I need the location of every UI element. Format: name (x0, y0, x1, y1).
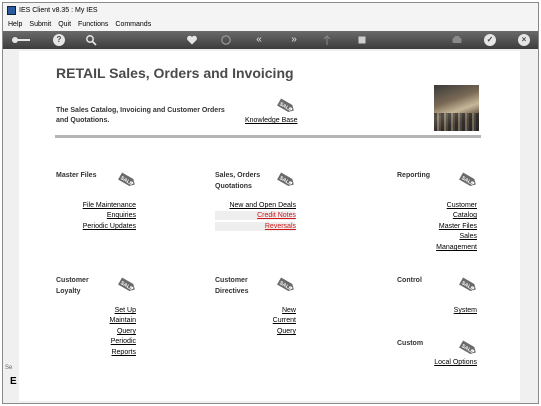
directive-new-link[interactable]: New (282, 307, 296, 314)
report-management-link[interactable]: Management (436, 244, 477, 251)
menu-bar: Help Submit Quit Functions Commands (3, 18, 538, 31)
loyalty-periodic-link[interactable]: Periodic (111, 338, 136, 345)
sale-tag-icon: SALE (116, 276, 138, 294)
upload-icon[interactable] (321, 34, 333, 46)
page-title: RETAIL Sales, Orders and Invoicing (56, 65, 294, 81)
control-title: Control (397, 277, 422, 284)
loyalty-maintain-link[interactable]: Maintain (110, 317, 136, 324)
loyalty-query-link[interactable]: Query (117, 328, 136, 335)
new-open-deals-link[interactable]: New and Open Deals (229, 202, 296, 209)
page-subtitle: The Sales Catalog, Invoicing and Custome… (56, 107, 225, 124)
back-icon[interactable]: « (253, 34, 265, 46)
svg-text:SALE: SALE (278, 280, 293, 292)
knowledge-base-link[interactable]: Knowledge Base (245, 117, 298, 124)
svg-text:SALE: SALE (460, 175, 475, 187)
app-icon (7, 6, 16, 15)
menu-help[interactable]: Help (8, 21, 22, 28)
sales-orders-title: Sales, Orders Quotations (215, 172, 261, 190)
reporting-title: Reporting (397, 172, 431, 179)
report-master-files-link[interactable]: Master Files (439, 223, 477, 230)
local-options-link[interactable]: Local Options (434, 359, 477, 366)
history-icon[interactable] (220, 34, 232, 46)
heart-icon[interactable] (186, 34, 198, 46)
app-window: IES Client v8.35 : My IES Help Submit Qu… (2, 2, 539, 404)
menu-commands[interactable]: Commands (115, 21, 151, 28)
right-panel (520, 49, 538, 403)
sale-tag-icon: SALE (275, 276, 297, 294)
svg-text:SALE: SALE (460, 280, 475, 292)
customer-directives-title: Customer Directives (215, 277, 249, 295)
menu-quit[interactable]: Quit (58, 21, 71, 28)
loyalty-setup-link[interactable]: Set Up (115, 307, 136, 314)
report-customer-link[interactable]: Customer (447, 202, 477, 209)
svg-text:SALE: SALE (278, 175, 293, 187)
sale-tag-icon: SALE (275, 97, 297, 115)
left-panel: Se E (3, 49, 17, 403)
menu-submit[interactable]: Submit (29, 21, 51, 28)
title-bar: IES Client v8.35 : My IES (3, 3, 538, 18)
forward-icon[interactable]: » (288, 34, 300, 46)
report-sales-link[interactable]: Sales (459, 233, 477, 240)
print-icon[interactable] (451, 34, 463, 46)
loyalty-reports-link[interactable]: Reports (111, 349, 136, 356)
search-icon[interactable] (85, 34, 97, 46)
directive-query-link[interactable]: Query (277, 328, 296, 335)
header-divider (55, 135, 481, 138)
sale-tag-icon: SALE (116, 171, 138, 189)
periodic-updates-link[interactable]: Periodic Updates (83, 223, 136, 230)
key-icon[interactable] (11, 34, 31, 46)
svg-text:SALE: SALE (278, 101, 293, 113)
svg-text:SALE: SALE (460, 343, 475, 355)
stop-icon[interactable] (356, 34, 368, 46)
close-icon[interactable]: × (518, 34, 530, 46)
enquiries-link[interactable]: Enquiries (107, 212, 136, 219)
window-title: IES Client v8.35 : My IES (19, 7, 98, 14)
help-icon[interactable]: ? (53, 34, 65, 46)
file-maintenance-link[interactable]: File Maintenance (83, 202, 136, 209)
sale-tag-icon: SALE (457, 339, 479, 357)
sale-tag-icon: SALE (457, 171, 479, 189)
report-catalog-link[interactable]: Catalog (453, 212, 477, 219)
custom-title: Custom (397, 340, 424, 347)
side-label: Se (5, 365, 13, 371)
customer-loyalty-title: Customer Loyalty (56, 277, 89, 295)
reversals-link[interactable]: Reversals (265, 223, 296, 230)
side-letter: E (10, 376, 17, 387)
sale-tag-icon: SALE (457, 276, 479, 294)
svg-text:SALE: SALE (119, 280, 134, 292)
svg-text:SALE: SALE (119, 175, 134, 187)
menu-functions[interactable]: Functions (78, 21, 108, 28)
main-content: RETAIL Sales, Orders and Invoicing The S… (19, 51, 520, 401)
sale-tag-icon: SALE (275, 171, 297, 189)
master-files-title: Master Files (56, 172, 97, 179)
control-system-link[interactable]: System (454, 307, 477, 314)
toolbar: ? « » ✓ × (3, 31, 538, 49)
header-photo (434, 85, 479, 131)
directive-current-link[interactable]: Current (273, 317, 296, 324)
credit-notes-link[interactable]: Credit Notes (257, 212, 296, 219)
ok-icon[interactable]: ✓ (484, 34, 496, 46)
